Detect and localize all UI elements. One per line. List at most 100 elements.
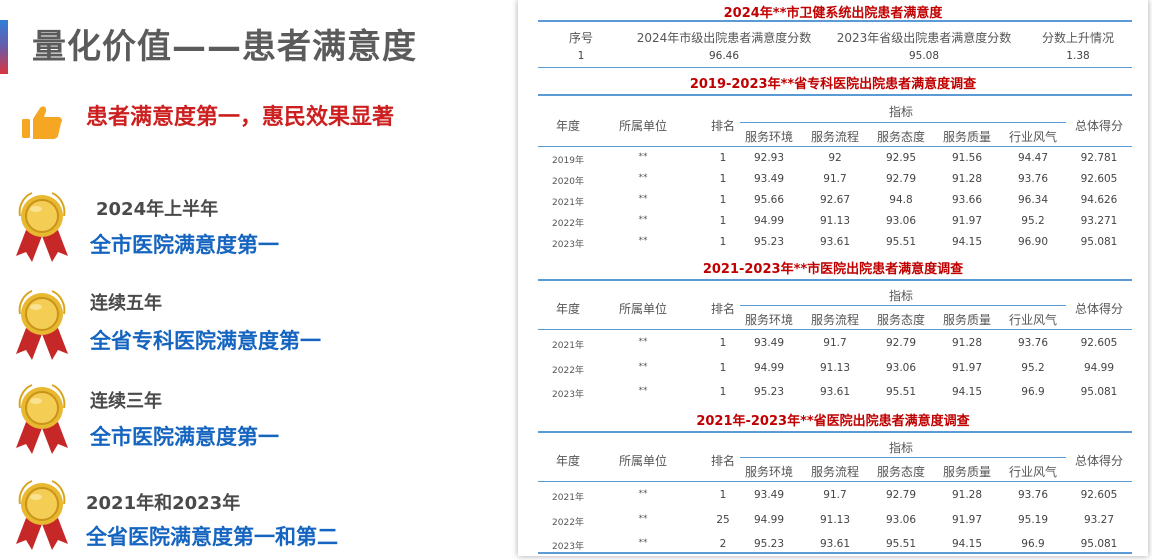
table-rule: [538, 279, 1132, 281]
table-rule: [740, 122, 1066, 123]
row-unit: **: [638, 152, 648, 162]
row-unit: **: [638, 514, 648, 524]
row-value: 91.28: [951, 489, 983, 501]
header-cell-unit: 所属单位: [618, 302, 667, 316]
table-rule: [538, 67, 1132, 68]
row-value: 95.2: [1021, 215, 1045, 227]
header-cell-sub: 行业风气: [1008, 313, 1057, 327]
row-value: 94.99: [753, 215, 785, 227]
header-cell: 2024年市级出院患者满意度分数: [636, 31, 812, 45]
row-unit: **: [638, 236, 648, 246]
row-year: 2021年: [552, 493, 584, 503]
row-total: 92.605: [1080, 489, 1118, 501]
row-value: 91.56: [951, 152, 983, 164]
gold-medal-icon: [16, 290, 68, 360]
award-title: 全市医院满意度第一: [90, 425, 279, 449]
row-total: 94.626: [1080, 194, 1118, 206]
header-cell-sub: 服务质量: [942, 465, 991, 479]
row-total: 95.081: [1080, 386, 1118, 398]
row-value: 93.76: [1017, 173, 1049, 185]
row-year: 2020年: [552, 177, 584, 187]
row-value: 92.93: [753, 152, 785, 164]
header-cell-indicator: 指标: [888, 105, 913, 119]
header-cell-year: 年度: [555, 119, 580, 133]
award-title: 全省专科医院满意度第一: [90, 329, 321, 353]
row-year: 2021年: [552, 341, 584, 351]
section-title: 2021-2023年**市医院出院患者满意度调查: [702, 262, 964, 277]
row-value: 95.19: [1017, 514, 1049, 526]
row-value: 91.7: [823, 489, 847, 501]
row-year: 2021年: [552, 198, 584, 208]
header-cell-sub: 服务流程: [810, 313, 859, 327]
row-value: 92.67: [819, 194, 851, 206]
header-cell: 分数上升情况: [1041, 31, 1114, 45]
row-value: 93.49: [753, 489, 785, 501]
row-value: 94.15: [951, 538, 983, 550]
title-accent-bar: [0, 20, 8, 74]
row-value: 94.8: [889, 194, 913, 206]
table-rule: [538, 146, 1132, 147]
row-value: 93.06: [885, 514, 917, 526]
row-value: 93.49: [753, 337, 785, 349]
row-value: 95.51: [885, 538, 917, 550]
award-subtitle: 2024年上半年: [96, 199, 219, 220]
header-cell-unit: 所属单位: [618, 119, 667, 133]
award-subtitle: 2021年和2023年: [86, 493, 241, 514]
row-total: 95.081: [1080, 538, 1118, 550]
row-year: 2022年: [552, 219, 584, 229]
header-cell-year: 年度: [555, 302, 580, 316]
row-value: 93.61: [819, 538, 851, 550]
header-cell-sub: 服务环境: [744, 313, 793, 327]
row-value: 94.15: [951, 386, 983, 398]
table-cell: 95.08: [908, 50, 940, 62]
header-cell: 2023年省级出院患者满意度分数: [836, 31, 1012, 45]
row-value: 92: [828, 152, 842, 164]
row-value: 92.79: [885, 489, 917, 501]
header-cell-total: 总体得分: [1074, 119, 1123, 133]
gold-medal-icon: [16, 192, 68, 262]
row-total: 92.781: [1080, 152, 1118, 164]
header-cell-year: 年度: [555, 454, 580, 468]
row-value: 93.61: [819, 386, 851, 398]
row-unit: **: [638, 173, 648, 183]
row-value: 93.66: [951, 194, 983, 206]
row-value: 95.23: [753, 386, 785, 398]
row-value: 93.06: [885, 362, 917, 374]
header-cell-sub: 行业风气: [1008, 130, 1057, 144]
row-value: 94.47: [1017, 152, 1049, 164]
survey-tables-panel: 2024年**市卫健系统出院患者满意度 序号 2024年市级出院患者满意度分数 …: [518, 0, 1148, 556]
header-cell-total: 总体得分: [1074, 302, 1123, 316]
row-value: 93.06: [885, 215, 917, 227]
row-value: 92.79: [885, 337, 917, 349]
row-value: 93.49: [753, 173, 785, 185]
gold-medal-icon: [16, 480, 68, 550]
row-value: 96.90: [1017, 236, 1049, 248]
header-cell-sub: 服务流程: [810, 465, 859, 479]
row-value: 92.79: [885, 173, 917, 185]
table-rule: [538, 94, 1132, 96]
header-cell-indicator: 指标: [888, 289, 913, 303]
award-item: 2024年上半年 全市医院满意度第一: [0, 190, 500, 270]
row-value: 91.28: [951, 337, 983, 349]
row-value: 91.28: [951, 173, 983, 185]
header-cell: 序号: [568, 31, 593, 45]
table-rule: [740, 457, 1066, 458]
row-year: 2023年: [552, 542, 584, 552]
gold-medal-icon: [16, 384, 68, 454]
page-title: 量化价值——患者满意度: [32, 27, 417, 67]
header-cell-sub: 服务质量: [942, 313, 991, 327]
row-value: 94.15: [951, 236, 983, 248]
row-unit: **: [638, 362, 648, 372]
table-rule: [538, 329, 1132, 330]
row-value: 95.51: [885, 236, 917, 248]
row-total: 92.605: [1080, 337, 1118, 349]
row-value: 91.13: [819, 215, 851, 227]
row-value: 91.97: [951, 215, 983, 227]
section-title: 2019-2023年**省专科医院出院患者满意度调查: [689, 77, 977, 92]
row-total: 93.271: [1080, 215, 1118, 227]
row-value: 94.99: [753, 514, 785, 526]
header-cell-total: 总体得分: [1074, 454, 1123, 468]
row-value: 96.9: [1021, 386, 1045, 398]
row-value: 95.66: [753, 194, 785, 206]
row-total: 95.081: [1080, 236, 1118, 248]
